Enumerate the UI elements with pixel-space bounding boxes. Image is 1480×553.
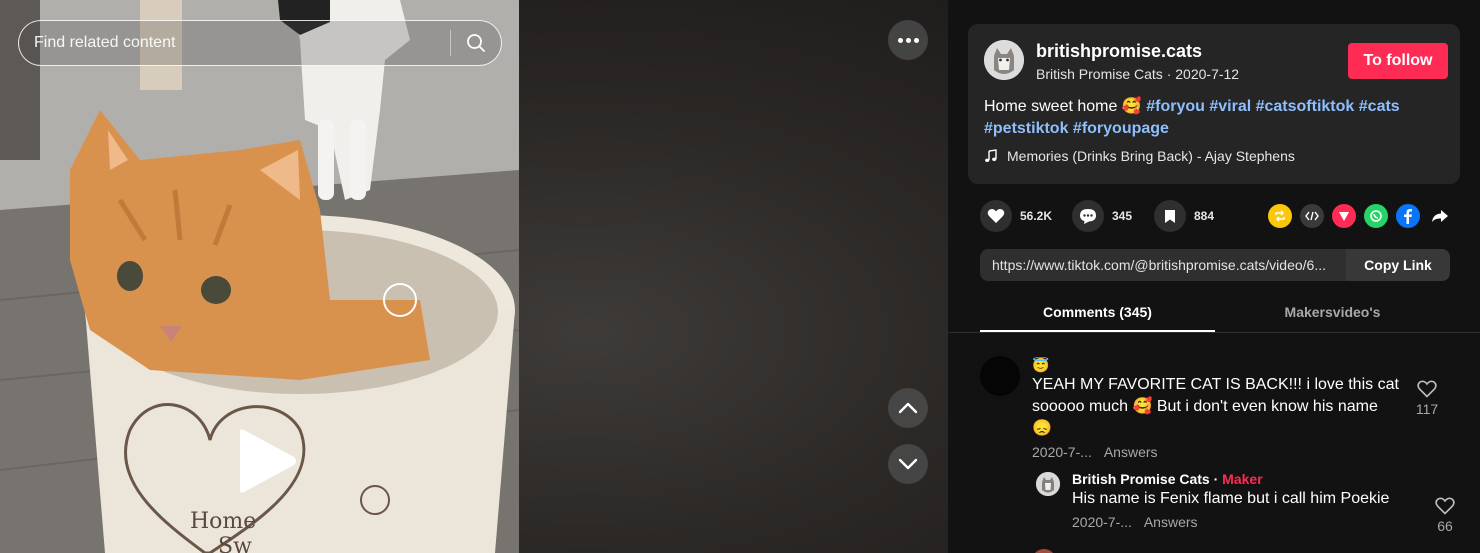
partial-comment-row xyxy=(1035,549,1053,553)
post-caption: Home sweet home 🥰 #foryou #viral #catsof… xyxy=(984,96,1444,140)
reply-like-count: 66 xyxy=(1437,518,1453,534)
maker-badge: Maker xyxy=(1222,471,1263,487)
tiktok-video-page: Home Sw Find related content britishprom… xyxy=(0,0,1480,553)
more-dot-icon xyxy=(905,37,911,43)
next-video-button[interactable] xyxy=(888,444,928,484)
facebook-button[interactable] xyxy=(1396,204,1420,228)
hashtag-link[interactable]: #foryou xyxy=(1146,98,1205,115)
whatsapp-icon xyxy=(1370,210,1382,222)
reply-text: His name is Fenix flame but i call him P… xyxy=(1072,490,1390,507)
commenter-name[interactable]: 😇 xyxy=(1032,356,1402,374)
video-link-box: https://www.tiktok.com/@britishpromise.c… xyxy=(980,249,1450,281)
share-arrow-icon xyxy=(1432,210,1448,222)
comment-like[interactable]: 117 xyxy=(1414,380,1440,417)
creator-username[interactable]: britishpromise.cats xyxy=(1036,41,1202,62)
facebook-icon xyxy=(1404,209,1412,224)
comment-answers-link[interactable]: Answers xyxy=(1104,444,1158,460)
post-date: 2020-7-12 xyxy=(1175,66,1240,82)
chevron-up-icon xyxy=(898,402,918,414)
heart-outline-icon xyxy=(1417,380,1437,398)
copy-link-button[interactable]: Copy Link xyxy=(1346,249,1450,281)
comment-body: 😇 YEAH MY FAVORITE CAT IS BACK!!! i love… xyxy=(1032,356,1402,460)
comment-date: 2020-7-... xyxy=(1032,444,1092,460)
cat-avatar-icon xyxy=(1036,472,1060,496)
reply-answers-link[interactable]: Answers xyxy=(1144,514,1198,530)
search-button[interactable] xyxy=(451,21,501,65)
video-link-url[interactable]: https://www.tiktok.com/@britishpromise.c… xyxy=(980,249,1346,281)
reply-avatar[interactable] xyxy=(1036,472,1060,496)
reply-like[interactable]: 66 xyxy=(1432,497,1458,534)
like-button[interactable] xyxy=(980,200,1012,232)
next-comment-partial xyxy=(1032,546,1232,553)
cat-avatar-icon xyxy=(984,40,1024,80)
reply-name-line: British Promise Cats · Maker xyxy=(1072,470,1412,488)
save-action[interactable]: 884 xyxy=(1154,200,1214,232)
more-dot-icon xyxy=(897,37,903,43)
video-player-area: Home Sw xyxy=(0,0,948,553)
caption-text: Home sweet home 🥰 xyxy=(984,98,1142,115)
save-button[interactable] xyxy=(1154,200,1186,232)
panel-tabs: Comments (345) Makersvideo's xyxy=(980,296,1450,332)
actions-bar: 56.2K 345 884 xyxy=(980,200,1450,232)
video-details-panel: britishpromise.cats British Promise Cats… xyxy=(948,0,1480,553)
like-action[interactable]: 56.2K xyxy=(980,200,1052,232)
creator-nickname[interactable]: British Promise Cats xyxy=(1036,66,1163,82)
save-count: 884 xyxy=(1194,209,1215,223)
hashtag-link[interactable]: #foryoupage xyxy=(1073,120,1169,137)
heart-icon xyxy=(987,209,1005,223)
embed-button[interactable] xyxy=(1300,204,1324,228)
comment-like-count: 117 xyxy=(1415,401,1439,417)
reply-body: British Promise Cats · Maker His name is… xyxy=(1072,470,1412,530)
hashtag-link[interactable]: #petstiktok xyxy=(984,120,1068,137)
creator-avatar[interactable] xyxy=(984,40,1024,80)
more-options-button[interactable] xyxy=(888,20,928,60)
more-share-button[interactable] xyxy=(1428,204,1452,228)
post-info-card: britishpromise.cats British Promise Cats… xyxy=(968,24,1460,184)
reply-author[interactable]: British Promise Cats xyxy=(1072,471,1210,487)
follow-button[interactable]: To follow xyxy=(1348,43,1448,79)
hashtag-link[interactable]: #viral xyxy=(1209,98,1251,115)
comment-meta: 2020-7-... Answers xyxy=(1032,444,1402,460)
video-frame[interactable]: Home Sw xyxy=(0,0,519,553)
chevron-down-icon xyxy=(898,458,918,470)
tabs-divider xyxy=(948,332,1480,333)
separator-dot: · xyxy=(1213,471,1219,487)
comment-button[interactable] xyxy=(1072,200,1104,232)
embed-icon xyxy=(1305,211,1319,221)
tab-creator-videos[interactable]: Makersvideo's xyxy=(1215,296,1450,332)
music-title: Memories (Drinks Bring Back) - Ajay Step… xyxy=(1007,148,1295,164)
comment-bubble-icon xyxy=(1080,208,1096,224)
pot-text-home: Home xyxy=(190,509,256,534)
reply-date: 2020-7-... xyxy=(1072,514,1132,530)
search-input[interactable] xyxy=(19,21,450,65)
tab-comments[interactable]: Comments (345) xyxy=(980,296,1215,332)
music-link[interactable]: Memories (Drinks Bring Back) - Ajay Step… xyxy=(984,148,1295,164)
pot-text-sweet: Sw xyxy=(218,534,252,553)
search-bar xyxy=(18,20,502,66)
commenter-avatar[interactable] xyxy=(980,356,1020,396)
play-icon[interactable] xyxy=(234,428,298,494)
repost-icon xyxy=(1275,210,1285,222)
hashtag-link[interactable]: #cats xyxy=(1359,98,1400,115)
send-button[interactable] xyxy=(1332,204,1356,228)
repost-button[interactable] xyxy=(1268,204,1292,228)
comment-count: 345 xyxy=(1112,209,1133,223)
comment-action[interactable]: 345 xyxy=(1072,200,1132,232)
search-icon xyxy=(467,34,485,52)
bookmark-icon xyxy=(1165,209,1175,223)
comment-text: YEAH MY FAVORITE CAT IS BACK!!! i love t… xyxy=(1032,376,1399,437)
more-dot-icon xyxy=(913,37,919,43)
reply-meta: 2020-7-... Answers xyxy=(1072,514,1412,530)
separator-dot: · xyxy=(1166,66,1172,82)
like-count: 56.2K xyxy=(1020,209,1053,223)
previous-video-button[interactable] xyxy=(888,388,928,428)
creator-nickname-line: British Promise Cats · 2020-7-12 xyxy=(1036,66,1239,82)
heart-outline-icon xyxy=(1435,497,1455,515)
whatsapp-button[interactable] xyxy=(1364,204,1388,228)
hashtag-link[interactable]: #catsoftiktok xyxy=(1256,98,1355,115)
music-note-icon xyxy=(985,149,997,162)
send-icon xyxy=(1339,212,1349,221)
